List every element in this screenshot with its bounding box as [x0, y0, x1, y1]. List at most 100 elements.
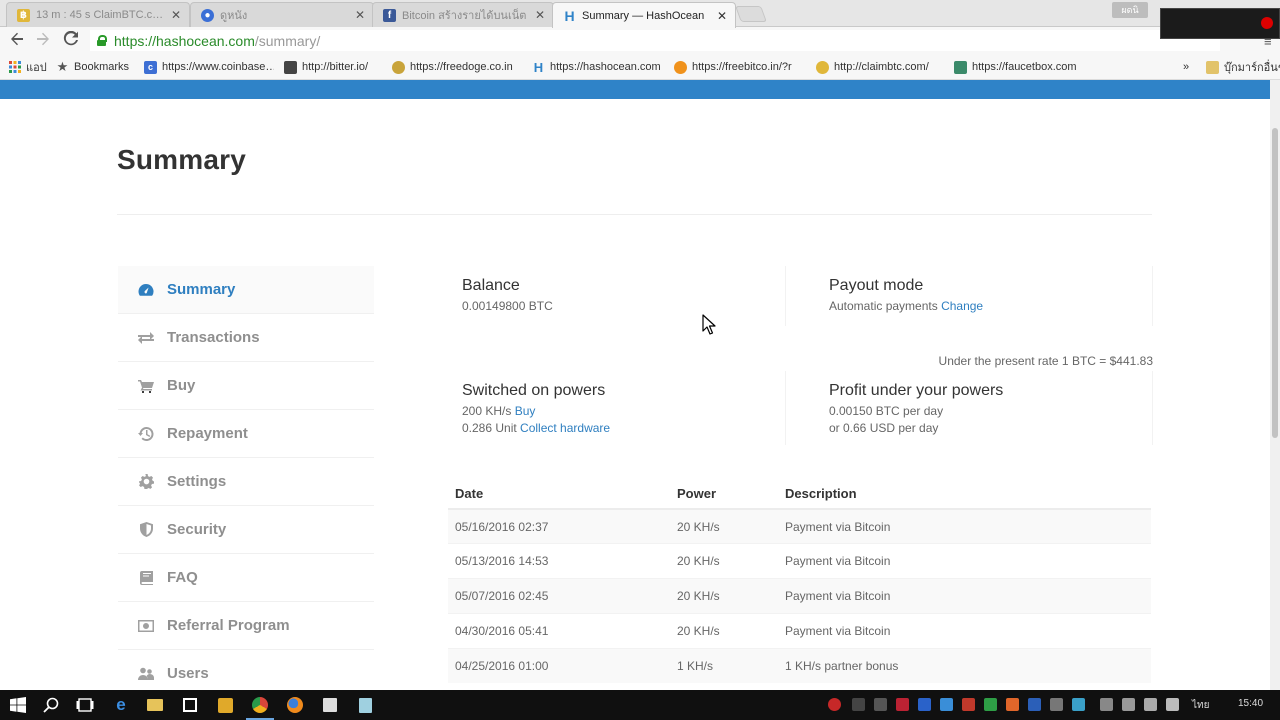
tray-icon[interactable]	[1050, 698, 1063, 711]
task-view-icon	[76, 698, 94, 712]
battery-icon[interactable]	[1144, 698, 1157, 711]
taskbar-store[interactable]	[181, 696, 199, 714]
back-button[interactable]	[8, 31, 26, 49]
bookmark-freebitco[interactable]: https://freebitco.in/?r	[674, 59, 792, 75]
close-icon[interactable]: ✕	[171, 8, 181, 22]
tray-icon[interactable]	[962, 698, 975, 711]
address-bar[interactable]: https://hashocean.com/summary/	[90, 30, 1220, 51]
bookmark-label: https://freedoge.co.in	[410, 61, 513, 73]
taskbar-file-explorer[interactable]	[146, 696, 164, 714]
tray-icon[interactable]	[1006, 698, 1019, 711]
taskbar-app-grid[interactable]	[321, 696, 339, 714]
cell-description: 1 KH/s partner bonus	[778, 647, 1151, 683]
task-view-button[interactable]	[76, 696, 94, 714]
sidebar-item-summary[interactable]: Summary	[118, 266, 374, 314]
taskbar-chrome[interactable]	[246, 696, 274, 720]
sidebar-item-repayment[interactable]: Repayment	[118, 410, 374, 458]
cart-icon	[138, 378, 154, 394]
sidebar-item-faq[interactable]: FAQ	[118, 554, 374, 602]
bookmark-faucetbox[interactable]: https://faucetbox.com	[954, 59, 1077, 75]
taskbar-firefox[interactable]	[286, 696, 304, 714]
bookmark-bitter[interactable]: http://bitter.io/	[284, 59, 368, 75]
back-arrow-icon	[11, 32, 23, 46]
table-row: 04/25/2016 01:00 1 KH/s 1 KH/s partner b…	[448, 647, 1151, 683]
cell-date: 04/25/2016 01:00	[448, 647, 670, 683]
buy-link[interactable]: Buy	[515, 404, 536, 418]
bookmarks-bar: แอป ★ Bookmarks c https://www.coinbase… …	[0, 54, 1280, 80]
cell-date: 05/13/2016 14:53	[448, 543, 670, 579]
collect-hardware-link[interactable]: Collect hardware	[520, 421, 610, 435]
sidebar-item-label: Security	[167, 521, 227, 538]
bookmark-folder-bookmarks[interactable]: ★ Bookmarks	[56, 59, 129, 75]
sidebar-item-transactions[interactable]: Transactions	[118, 314, 374, 362]
windows-start-button[interactable]	[9, 696, 27, 714]
bluetooth-icon[interactable]	[918, 698, 931, 711]
bookmarks-overflow-button[interactable]: »	[1183, 59, 1189, 75]
table-header-row: Date Power Description	[448, 478, 1151, 510]
taskbar-app-yellow[interactable]	[216, 696, 234, 714]
bookmark-freedoge[interactable]: https://freedoge.co.in	[392, 59, 513, 75]
sidebar-item-settings[interactable]: Settings	[118, 458, 374, 506]
taskbar-app-notes[interactable]	[356, 696, 374, 714]
tray-icon[interactable]	[828, 698, 841, 711]
close-icon[interactable]: ✕	[717, 9, 727, 23]
volume-icon[interactable]	[1122, 698, 1135, 711]
cell-description: Payment via Bitcoin	[778, 543, 1151, 579]
tab-label: Bitcoin สร้างรายได้บนเน็ต	[402, 10, 527, 22]
money-icon	[138, 618, 154, 634]
sidebar-item-buy[interactable]: Buy	[118, 362, 374, 410]
input-language[interactable]: ไทย	[1192, 698, 1209, 713]
payout-mode-text: Automatic payments	[829, 299, 938, 313]
reload-button[interactable]	[62, 30, 80, 49]
bookmark-other[interactable]: บุ๊กมาร์กอื่นๆ	[1206, 59, 1280, 75]
change-payout-link[interactable]: Change	[941, 299, 983, 313]
tab-claimbtc[interactable]: ฿ 13 m : 45 s ClaimBTC.com ✕	[6, 2, 190, 27]
tray-icon[interactable]	[940, 698, 953, 711]
tray-icon[interactable]	[1072, 698, 1085, 711]
bookmark-apps[interactable]: แอป	[8, 59, 47, 75]
powers-line-2: 0.286 Unit Collect hardware	[462, 421, 785, 435]
sidebar-item-security[interactable]: Security	[118, 506, 374, 554]
close-icon[interactable]: ✕	[535, 8, 545, 22]
bookmark-label: https://hashocean.com	[550, 61, 660, 73]
coinbase-icon: c	[144, 60, 157, 74]
new-tab-button[interactable]	[735, 6, 767, 22]
powers-title: Switched on powers	[462, 382, 606, 399]
column-header-power: Power	[670, 478, 778, 510]
page-scrollbar[interactable]	[1270, 80, 1280, 690]
tray-icon[interactable]	[984, 698, 997, 711]
tray-icon[interactable]	[852, 698, 865, 711]
powers-line-1: 200 KH/s Buy	[462, 404, 785, 418]
bookmark-coinbase[interactable]: c https://www.coinbase…	[144, 59, 274, 75]
cell-power: 1 KH/s	[670, 647, 778, 683]
tab-facebook[interactable]: f Bitcoin สร้างรายได้บนเน็ต ✕	[372, 2, 554, 27]
coin-icon	[816, 60, 829, 74]
bookmark-hashocean[interactable]: H https://hashocean.com	[532, 59, 660, 75]
tray-icon[interactable]	[896, 698, 909, 711]
forward-button[interactable]	[34, 31, 52, 49]
bookmark-claimbtc[interactable]: http://claimbtc.com/	[816, 59, 929, 75]
tray-icon[interactable]	[1028, 698, 1041, 711]
tab-movie[interactable]: ● ดูหนัง ✕	[190, 2, 374, 27]
taskbar-edge[interactable]: e	[112, 695, 130, 714]
network-icon[interactable]	[1100, 698, 1113, 711]
sidebar-item-referral-program[interactable]: Referral Program	[118, 602, 374, 650]
windows-logo-icon	[10, 697, 26, 713]
apps-icon	[8, 61, 21, 74]
close-icon[interactable]: ✕	[355, 8, 365, 22]
chevron-right-icon: »	[1183, 61, 1190, 73]
clock-time[interactable]: 15:40	[1238, 698, 1263, 709]
action-center-icon[interactable]	[1166, 698, 1179, 711]
search-button[interactable]	[42, 696, 60, 714]
scrollbar-thumb[interactable]	[1272, 128, 1278, 438]
profile-badge[interactable]: ผดนิ	[1112, 2, 1148, 18]
cell-description: Payment via Bitcoin	[778, 578, 1151, 614]
bookmark-label: http://claimbtc.com/	[834, 61, 929, 73]
powers-hashrate: 200 KH/s	[462, 404, 512, 418]
tab-hashocean[interactable]: H Summary — HashOcean ✕	[552, 2, 736, 28]
bookmark-label: Bookmarks	[74, 61, 130, 73]
tray-icon[interactable]	[874, 698, 887, 711]
table-row: 05/13/2016 14:53 20 KH/s Payment via Bit…	[448, 543, 1151, 579]
sidebar-item-label: Settings	[167, 473, 227, 490]
divider	[117, 214, 1152, 215]
